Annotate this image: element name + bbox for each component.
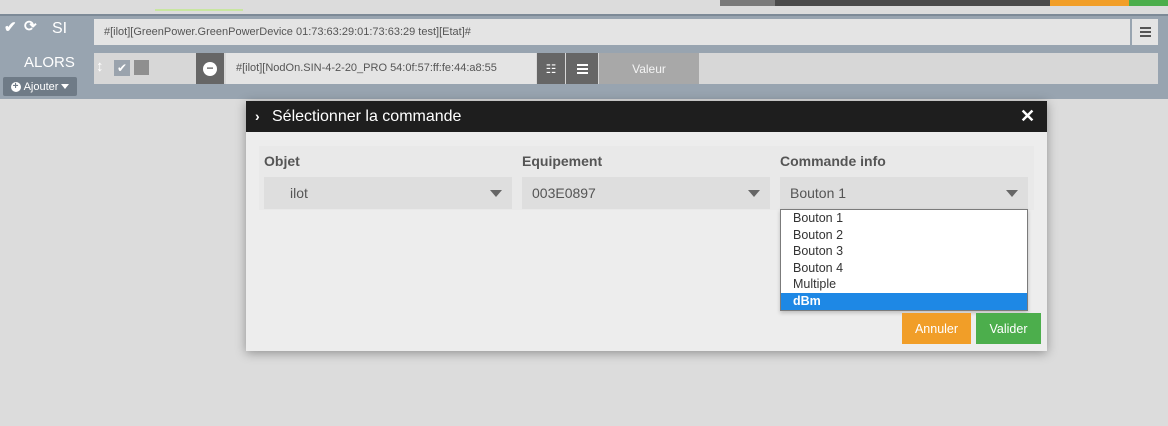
dropdown-option-selected[interactable]: dBm <box>781 293 1027 310</box>
validate-button[interactable]: Valider <box>976 313 1041 344</box>
select-command-button[interactable]: ☷ <box>537 53 565 84</box>
list-button[interactable] <box>566 53 598 84</box>
list-icon <box>1139 27 1151 37</box>
si-label: SI <box>52 20 68 37</box>
dropdown-option[interactable]: Multiple <box>781 276 1027 293</box>
action-command-input[interactable]: #[ilot][NodOn.SIN-4-2-20_PRO 54:0f:57:ff… <box>226 53 536 84</box>
action-row: ↕ ✔ − #[ilot][NodOn.SIN-4-2-20_PRO 54:0f… <box>94 53 1158 84</box>
add-button-label: Ajouter <box>23 80 59 93</box>
chevron-right-icon: › <box>255 108 260 124</box>
list-icon <box>576 63 588 74</box>
refresh-icon[interactable]: ⟳ <box>24 17 37 35</box>
objet-label: Objet <box>264 153 300 169</box>
modal-header: › Sélectionner la commande ✕ <box>246 101 1047 132</box>
close-icon[interactable]: ✕ <box>1020 106 1035 127</box>
toolbar-segment[interactable] <box>775 0 1050 6</box>
tab-indicator <box>155 9 243 11</box>
chevron-down-icon <box>748 190 760 197</box>
top-strip <box>0 0 1168 14</box>
list-button[interactable] <box>1132 19 1158 45</box>
add-button[interactable]: + Ajouter <box>3 77 77 96</box>
remove-action-button[interactable]: − <box>196 53 224 84</box>
checkbox-unchecked[interactable] <box>134 60 149 75</box>
minus-circle-icon: − <box>203 61 217 76</box>
check-icon[interactable]: ✔ <box>4 18 17 36</box>
chevron-down-icon <box>1006 190 1018 197</box>
drag-handle-icon[interactable]: ↕ <box>96 58 104 75</box>
plus-circle-icon: + <box>10 81 21 92</box>
equipement-select-value: 003E0897 <box>532 185 596 201</box>
toolbar-segment[interactable] <box>1129 0 1168 6</box>
select-command-modal: › Sélectionner la commande ✕ Objet Equip… <box>246 101 1047 351</box>
scenario-block: ✔ ⟳ SI #[ilot][GreenPower.GreenPowerDevi… <box>0 14 1168 99</box>
commande-info-label: Commande info <box>780 153 886 169</box>
checkbox-checked[interactable]: ✔ <box>114 60 130 76</box>
tasks-icon: ☷ <box>545 61 557 76</box>
cancel-button[interactable]: Annuler <box>902 313 971 344</box>
dropdown-option[interactable]: Bouton 2 <box>781 227 1027 244</box>
chevron-down-icon <box>490 190 502 197</box>
commande-info-select-value: Bouton 1 <box>790 185 847 201</box>
equipement-label: Equipement <box>522 153 603 169</box>
equipement-select[interactable]: 003E0897 <box>522 177 770 209</box>
toolbar-segment[interactable] <box>720 0 775 6</box>
objet-select-value: ilot <box>290 185 308 201</box>
dropdown-option[interactable]: Bouton 3 <box>781 243 1027 260</box>
modal-title: Sélectionner la commande <box>272 108 462 125</box>
commande-info-dropdown-list: Bouton 1 Bouton 2 Bouton 3 Bouton 4 Mult… <box>780 209 1028 311</box>
alors-label: ALORS <box>24 54 75 71</box>
caret-down-icon <box>61 84 70 89</box>
toolbar-segment[interactable] <box>1050 0 1129 6</box>
si-condition-input[interactable]: #[ilot][GreenPower.GreenPowerDevice 01:7… <box>94 19 1130 45</box>
objet-select[interactable]: ilot <box>264 177 512 209</box>
dropdown-option[interactable]: Bouton 4 <box>781 260 1027 277</box>
dropdown-option[interactable]: Bouton 1 <box>781 210 1027 227</box>
value-input[interactable]: Valeur <box>599 53 699 84</box>
commande-info-select[interactable]: Bouton 1 <box>780 177 1028 209</box>
